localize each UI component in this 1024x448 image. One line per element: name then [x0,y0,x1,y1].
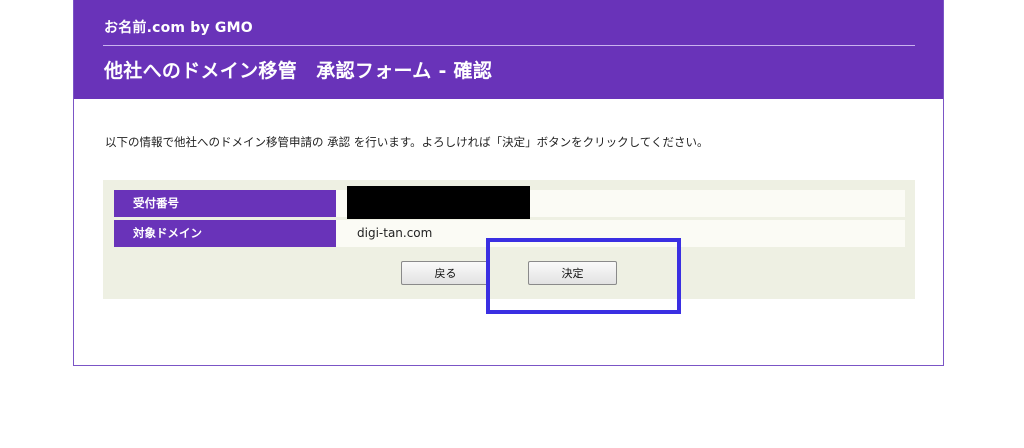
target-domain-value: digi-tan.com [336,220,905,247]
target-domain-label: 対象ドメイン [114,220,336,247]
page-title: 他社へのドメイン移管 承認フォーム - 確認 [104,60,493,82]
decide-button[interactable]: 決定 [528,261,617,285]
receipt-number-label: 受付番号 [114,190,336,217]
brand-logo: お名前.com by GMO [104,20,253,36]
header: お名前.com by GMO 他社へのドメイン移管 承認フォーム - 確認 [74,0,943,99]
confirmation-panel: 受付番号 対象ドメイン digi-tan.com 戻る 決定 [103,180,915,299]
header-divider [103,45,915,46]
back-button[interactable]: 戻る [401,261,490,285]
row-target-domain: 対象ドメイン digi-tan.com [114,220,905,247]
content-frame: お名前.com by GMO 他社へのドメイン移管 承認フォーム - 確認 以下… [73,0,944,366]
instruction-text: 以下の情報で他社へのドメイン移管申請の 承認 を行います。よろしければ「決定」ボ… [105,135,709,149]
redaction-block [347,186,530,219]
